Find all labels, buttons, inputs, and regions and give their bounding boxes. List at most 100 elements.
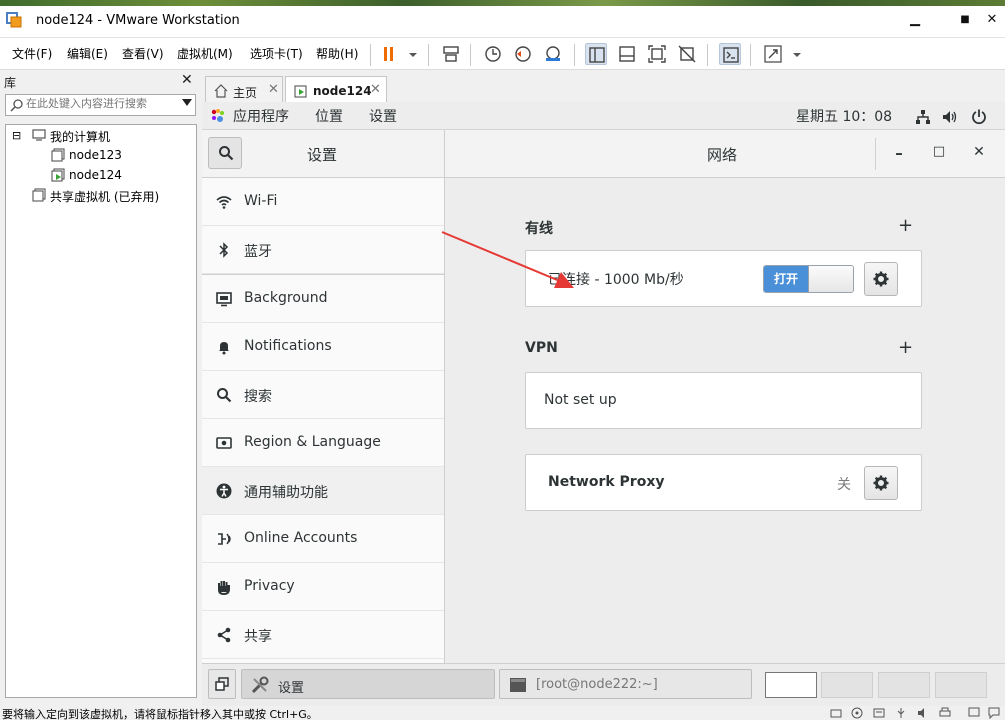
send-ctrl-alt-del-icon[interactable] — [440, 43, 462, 65]
settings-minimize-button[interactable]: – — [889, 144, 909, 162]
power-icon[interactable] — [970, 108, 988, 126]
sidebar-item-bluetooth[interactable]: 蓝牙 — [202, 226, 444, 274]
menu-tabs[interactable]: 选项卡(T) — [250, 45, 303, 62]
vm-icon — [51, 148, 65, 162]
sidebar-item-label: 蓝牙 — [244, 244, 272, 260]
minimize-button[interactable]: ▁ — [906, 12, 924, 28]
sidebar-item-wifi[interactable]: Wi-Fi — [202, 178, 444, 226]
usb-icon[interactable] — [895, 707, 907, 719]
search-icon — [217, 388, 232, 403]
add-vpn-button[interactable]: + — [898, 337, 913, 358]
menu-vm[interactable]: 虚拟机(M) — [177, 45, 233, 62]
sidebar-item-label: Online Accounts — [244, 530, 358, 546]
settings-search-button[interactable] — [208, 137, 242, 169]
unity-icon[interactable] — [676, 43, 698, 65]
workspace-2[interactable] — [821, 672, 873, 698]
power-dropdown-icon[interactable] — [402, 43, 417, 65]
snapshot-manager-icon[interactable] — [542, 43, 564, 65]
tree-item-label: 共享虚拟机 (已弃用) — [50, 190, 160, 204]
tab-node124[interactable]: node124 ✕ — [285, 76, 387, 104]
snapshot-icon[interactable] — [482, 43, 504, 65]
stretch-dropdown-icon[interactable] — [786, 43, 801, 65]
sidebar-item-accessibility[interactable]: 通用辅助功能 — [202, 467, 444, 515]
tab-label: 主页 — [233, 86, 258, 100]
workspace-1[interactable] — [765, 672, 817, 698]
places-menu[interactable]: 位置 — [315, 106, 343, 126]
thumbnail-bar-icon[interactable] — [616, 43, 638, 65]
taskbar-settings-window[interactable]: 设置 — [241, 669, 495, 699]
settings-maximize-button[interactable]: □ — [929, 144, 949, 159]
library-search-box[interactable] — [5, 94, 196, 116]
tree-collapse-toggle[interactable]: ⊟ — [12, 129, 21, 142]
taskbar-terminal-window[interactable]: [root@node222:~] — [499, 669, 752, 699]
printer-icon[interactable] — [939, 707, 951, 719]
sidebar-item-sharing[interactable]: 共享 — [202, 611, 444, 659]
close-button[interactable]: ✕ — [983, 12, 1001, 28]
tab-close-button[interactable]: ✕ — [268, 82, 279, 97]
wired-settings-button[interactable] — [864, 262, 898, 296]
menu-edit[interactable]: 编辑(E) — [67, 45, 108, 62]
proxy-settings-button[interactable] — [864, 466, 898, 500]
network-adapter-icon[interactable] — [873, 707, 885, 719]
status-message: 要将输入定向到该虚拟机，请将鼠标指针移入其中或按 Ctrl+G。 — [2, 708, 318, 720]
wired-toggle-switch[interactable]: 打开 — [763, 265, 854, 293]
privacy-hand-icon — [218, 581, 230, 595]
search-dropdown-icon[interactable] — [182, 99, 192, 106]
network-wired-icon[interactable] — [914, 108, 932, 126]
sidebar-item-online-accounts[interactable]: Online Accounts — [202, 515, 444, 563]
sidebar-item-label: 通用辅助功能 — [244, 485, 328, 501]
sound-card-icon[interactable] — [917, 707, 929, 719]
library-title: 库 — [4, 76, 17, 90]
stretch-guest-icon[interactable] — [762, 43, 784, 65]
sidebar-item-region-language[interactable]: Region & Language — [202, 419, 444, 467]
gnome-top-bar: 应用程序 位置 设置 星期五 10：08 — [202, 102, 1005, 130]
cdrom-icon[interactable] — [851, 707, 863, 719]
workspace-3[interactable] — [878, 672, 930, 698]
add-wired-button[interactable]: + — [898, 215, 913, 236]
window-title: node124 - VMware Workstation — [36, 13, 240, 28]
tree-item-node123[interactable]: node123 — [51, 148, 122, 162]
switch-knob — [808, 266, 853, 292]
tab-close-button[interactable]: ✕ — [370, 82, 381, 97]
menu-view[interactable]: 查看(V) — [122, 45, 164, 62]
full-screen-icon[interactable] — [646, 43, 668, 65]
sidebar-item-search[interactable]: 搜索 — [202, 371, 444, 419]
gnome-window-list: 设置 [root@node222:~] — [202, 663, 1005, 706]
settings-close-button[interactable]: ✕ — [969, 144, 989, 160]
settings-app-menu[interactable]: 设置 — [369, 106, 397, 126]
message-log-icon[interactable] — [988, 707, 1000, 719]
tab-label: node124 — [313, 84, 372, 98]
sidebar-item-privacy[interactable]: Privacy — [202, 563, 444, 611]
clock[interactable]: 星期五 10：08 — [796, 106, 892, 126]
volume-icon[interactable] — [941, 108, 959, 126]
pause-icon[interactable] — [378, 43, 400, 65]
tab-home[interactable]: 主页 ✕ — [205, 76, 283, 104]
taskbar-label: [root@node222:~] — [536, 677, 658, 692]
sidebar-item-notifications[interactable]: Notifications — [202, 323, 444, 371]
applications-menu[interactable]: 应用程序 — [233, 106, 289, 126]
tree-item-shared-vms[interactable]: 共享虚拟机 (已弃用) — [32, 188, 160, 205]
menu-help[interactable]: 帮助(H) — [316, 45, 358, 62]
menu-file[interactable]: 文件(F) — [12, 45, 52, 62]
maximize-button[interactable]: ■ — [956, 12, 974, 28]
hdd-icon[interactable] — [830, 707, 842, 719]
workspace-4[interactable] — [935, 672, 987, 698]
desktop-icon — [215, 677, 229, 691]
sidebar-item-background[interactable]: Background — [202, 275, 444, 323]
revert-snapshot-icon[interactable] — [512, 43, 534, 65]
library-close-button[interactable]: ✕ — [181, 72, 193, 88]
share-icon — [217, 627, 231, 643]
network-proxy-card[interactable]: Network Proxy 关 — [525, 454, 922, 511]
accessibility-icon — [216, 483, 232, 499]
tree-item-node124[interactable]: node124 — [51, 168, 122, 182]
show-library-icon[interactable] — [585, 43, 607, 65]
library-search-input[interactable] — [26, 97, 176, 110]
settings-title: 设置 — [306, 146, 337, 164]
display-icon[interactable] — [968, 707, 980, 719]
wired-connection-card: 已连接 - 1000 Mb/秒 打开 — [525, 250, 922, 307]
show-desktop-button[interactable] — [208, 669, 236, 699]
tree-item-my-computer[interactable]: 我的计算机 — [32, 128, 110, 145]
gear-icon — [873, 475, 889, 491]
guest-console[interactable]: 应用程序 位置 设置 星期五 10：08 设置 网络 – □ ✕ Wi-Fi 蓝… — [202, 102, 1005, 706]
console-view-icon[interactable] — [719, 43, 741, 65]
